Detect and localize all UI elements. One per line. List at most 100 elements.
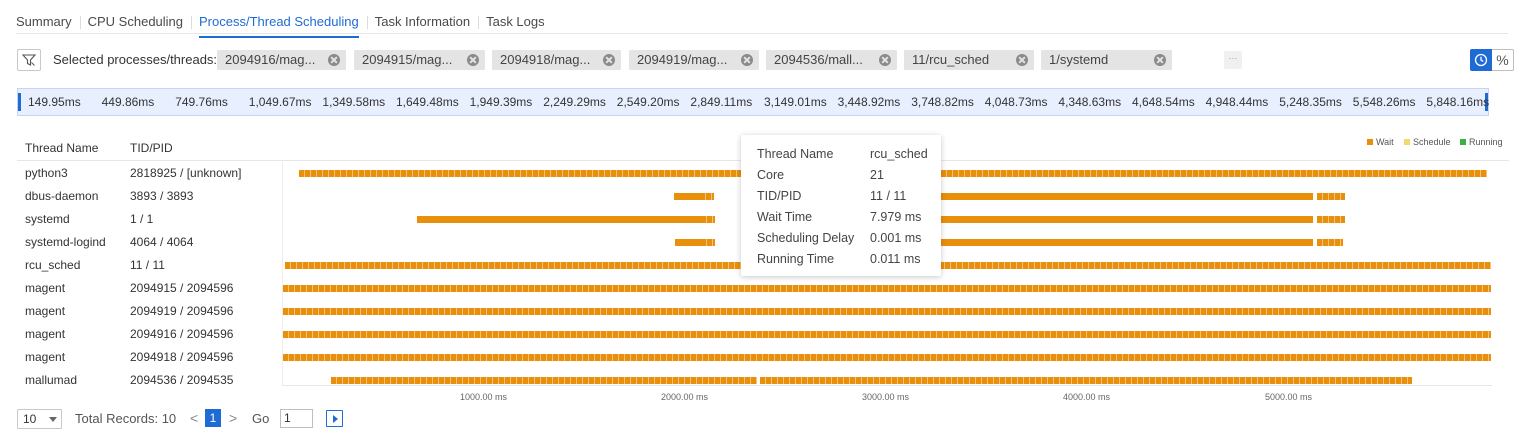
tooltip-label: TID/PID (757, 189, 802, 203)
tab-bar: Summary CPU Scheduling Process/Thread Sc… (16, 10, 553, 38)
x-axis-tick: 3000.00 ms (862, 392, 910, 402)
chevron-down-icon (49, 417, 57, 422)
page-size-value: 10 (23, 412, 37, 426)
remove-chip-icon[interactable] (467, 54, 479, 66)
legend-wait[interactable]: Wait (1367, 137, 1394, 147)
remove-chip-icon[interactable] (603, 54, 615, 66)
ruler-tick-label: 1,049.67ms (248, 95, 312, 109)
x-axis-tick: 2000.00 ms (661, 392, 709, 402)
remove-chip-icon[interactable] (1154, 54, 1166, 66)
ruler-tick-label: 149.95ms (28, 95, 81, 109)
remove-chip-icon[interactable] (879, 54, 891, 66)
tid-pid-cell: 2094916 / 2094596 (130, 327, 234, 341)
remove-chip-icon[interactable] (328, 54, 340, 66)
wait-bar[interactable] (674, 193, 700, 200)
wait-bar[interactable] (760, 377, 1412, 384)
clock-icon (1474, 53, 1488, 67)
wait-bar[interactable] (701, 239, 715, 246)
filter-button[interactable] (17, 49, 41, 71)
tab-process-thread-scheduling[interactable]: Process/Thread Scheduling (191, 12, 367, 38)
wait-bar[interactable] (283, 331, 1491, 338)
wait-bar[interactable] (417, 216, 701, 223)
next-page-button[interactable]: > (229, 410, 237, 426)
wait-bar[interactable] (1317, 193, 1345, 200)
ruler-tick-label: 5,248.35ms (1279, 95, 1342, 109)
thread-name-cell: magent (25, 281, 66, 295)
thread-name-cell: python3 (25, 166, 68, 180)
ruler-tick-label: 4,648.54ms (1132, 95, 1195, 109)
wait-bar[interactable] (1317, 216, 1345, 223)
tid-pid-cell: 11 / 11 (130, 258, 165, 272)
chip-label: 2094919/mag... (637, 52, 728, 67)
ruler-tick-label: 5,548.26ms (1352, 95, 1416, 109)
wait-bar[interactable] (941, 193, 1313, 200)
legend-swatch (1404, 139, 1410, 145)
tid-pid-header: TID/PID (130, 141, 173, 155)
go-page-input[interactable]: 1 (280, 409, 313, 428)
wait-bar[interactable] (701, 216, 715, 223)
tab-summary[interactable]: Summary (16, 12, 80, 32)
thread-name-cell: mallumad (25, 373, 78, 387)
tooltip-value: 21 (870, 168, 884, 182)
process-chip[interactable]: 2094918/mag... (492, 50, 621, 70)
chip-label: 11/rcu_sched (912, 52, 990, 67)
total-records: Total Records: 10 (75, 411, 177, 426)
chip-label: 2094916/mag... (225, 52, 316, 67)
percent-mode-button[interactable]: % (1492, 49, 1514, 71)
thread-name-cell: systemd-logind (25, 235, 106, 249)
chip-label: 2094536/mall... (774, 52, 863, 67)
range-start-handle[interactable] (18, 93, 21, 111)
thread-name-cell: magent (25, 350, 66, 364)
current-page-button[interactable]: 1 (205, 409, 221, 427)
ruler-tick-label: 3,748.82ms (911, 95, 974, 109)
wait-bar[interactable] (283, 285, 1491, 292)
ruler-tick-label: 4,048.73ms (984, 95, 1048, 109)
legend-running[interactable]: Running (1460, 137, 1503, 147)
tab-task-logs[interactable]: Task Logs (478, 12, 553, 32)
ruler-tick-label: 2,849.11ms (690, 95, 753, 109)
process-chip[interactable]: 2094536/mall... (766, 50, 897, 70)
wait-bar[interactable] (941, 216, 1313, 223)
legend-label: Wait (1376, 137, 1394, 147)
remove-chip-icon[interactable] (741, 54, 753, 66)
legend-schedule[interactable]: Schedule (1404, 137, 1451, 147)
more-chips-button[interactable]: ··· (1224, 51, 1242, 69)
tooltip-label: Core (757, 168, 785, 182)
time-mode-button[interactable] (1470, 49, 1492, 71)
chip-label: 2094915/mag... (362, 52, 453, 67)
wait-bar[interactable] (941, 239, 1313, 246)
wait-bar[interactable] (283, 354, 1491, 361)
ruler-tick-label: 3,448.92ms (837, 95, 901, 109)
wait-bar[interactable] (1317, 239, 1343, 246)
ruler-tick-label: 3,149.01ms (764, 95, 827, 109)
time-range-ruler[interactable]: 149.95ms 449.86ms 749.76ms 1,049.67ms 1,349.… (17, 88, 1489, 116)
process-chip[interactable]: 2094915/mag... (354, 50, 485, 70)
tab-cpu-scheduling[interactable]: CPU Scheduling (79, 12, 191, 32)
page-size-select[interactable]: 10 (17, 409, 62, 429)
process-chip[interactable]: 2094916/mag... (217, 50, 346, 70)
go-label: Go (252, 411, 270, 426)
prev-page-button[interactable]: < (190, 410, 198, 426)
wait-bar[interactable] (700, 193, 714, 200)
tab-task-information[interactable]: Task Information (366, 12, 478, 32)
ruler-tick-label: 4,948.44ms (1205, 95, 1269, 109)
thread-name-cell: systemd (25, 212, 70, 226)
process-chip[interactable]: 2094919/mag... (629, 50, 759, 70)
go-button[interactable] (326, 410, 343, 427)
process-chip[interactable]: 1/systemd (1041, 50, 1172, 70)
tid-pid-cell: 1 / 1 (130, 212, 154, 226)
wait-bar[interactable] (675, 239, 701, 246)
thread-name-cell: rcu_sched (25, 258, 81, 272)
ruler-tick-label: 5,848.16ms (1426, 95, 1490, 109)
legend-label: Running (1469, 137, 1503, 147)
ruler-tick-label: 1,649.48ms (396, 95, 459, 109)
process-chip[interactable]: 11/rcu_sched (904, 50, 1034, 70)
wait-bar[interactable] (331, 377, 757, 384)
tooltip-label: Scheduling Delay (757, 231, 855, 245)
wait-bar[interactable] (283, 308, 1491, 315)
legend-swatch (1460, 139, 1466, 145)
tid-pid-cell: 2818925 / [unknown] (130, 166, 242, 180)
remove-chip-icon[interactable] (1016, 54, 1028, 66)
tabs-divider (16, 33, 1508, 34)
tooltip-value: 0.011 ms (870, 252, 921, 266)
